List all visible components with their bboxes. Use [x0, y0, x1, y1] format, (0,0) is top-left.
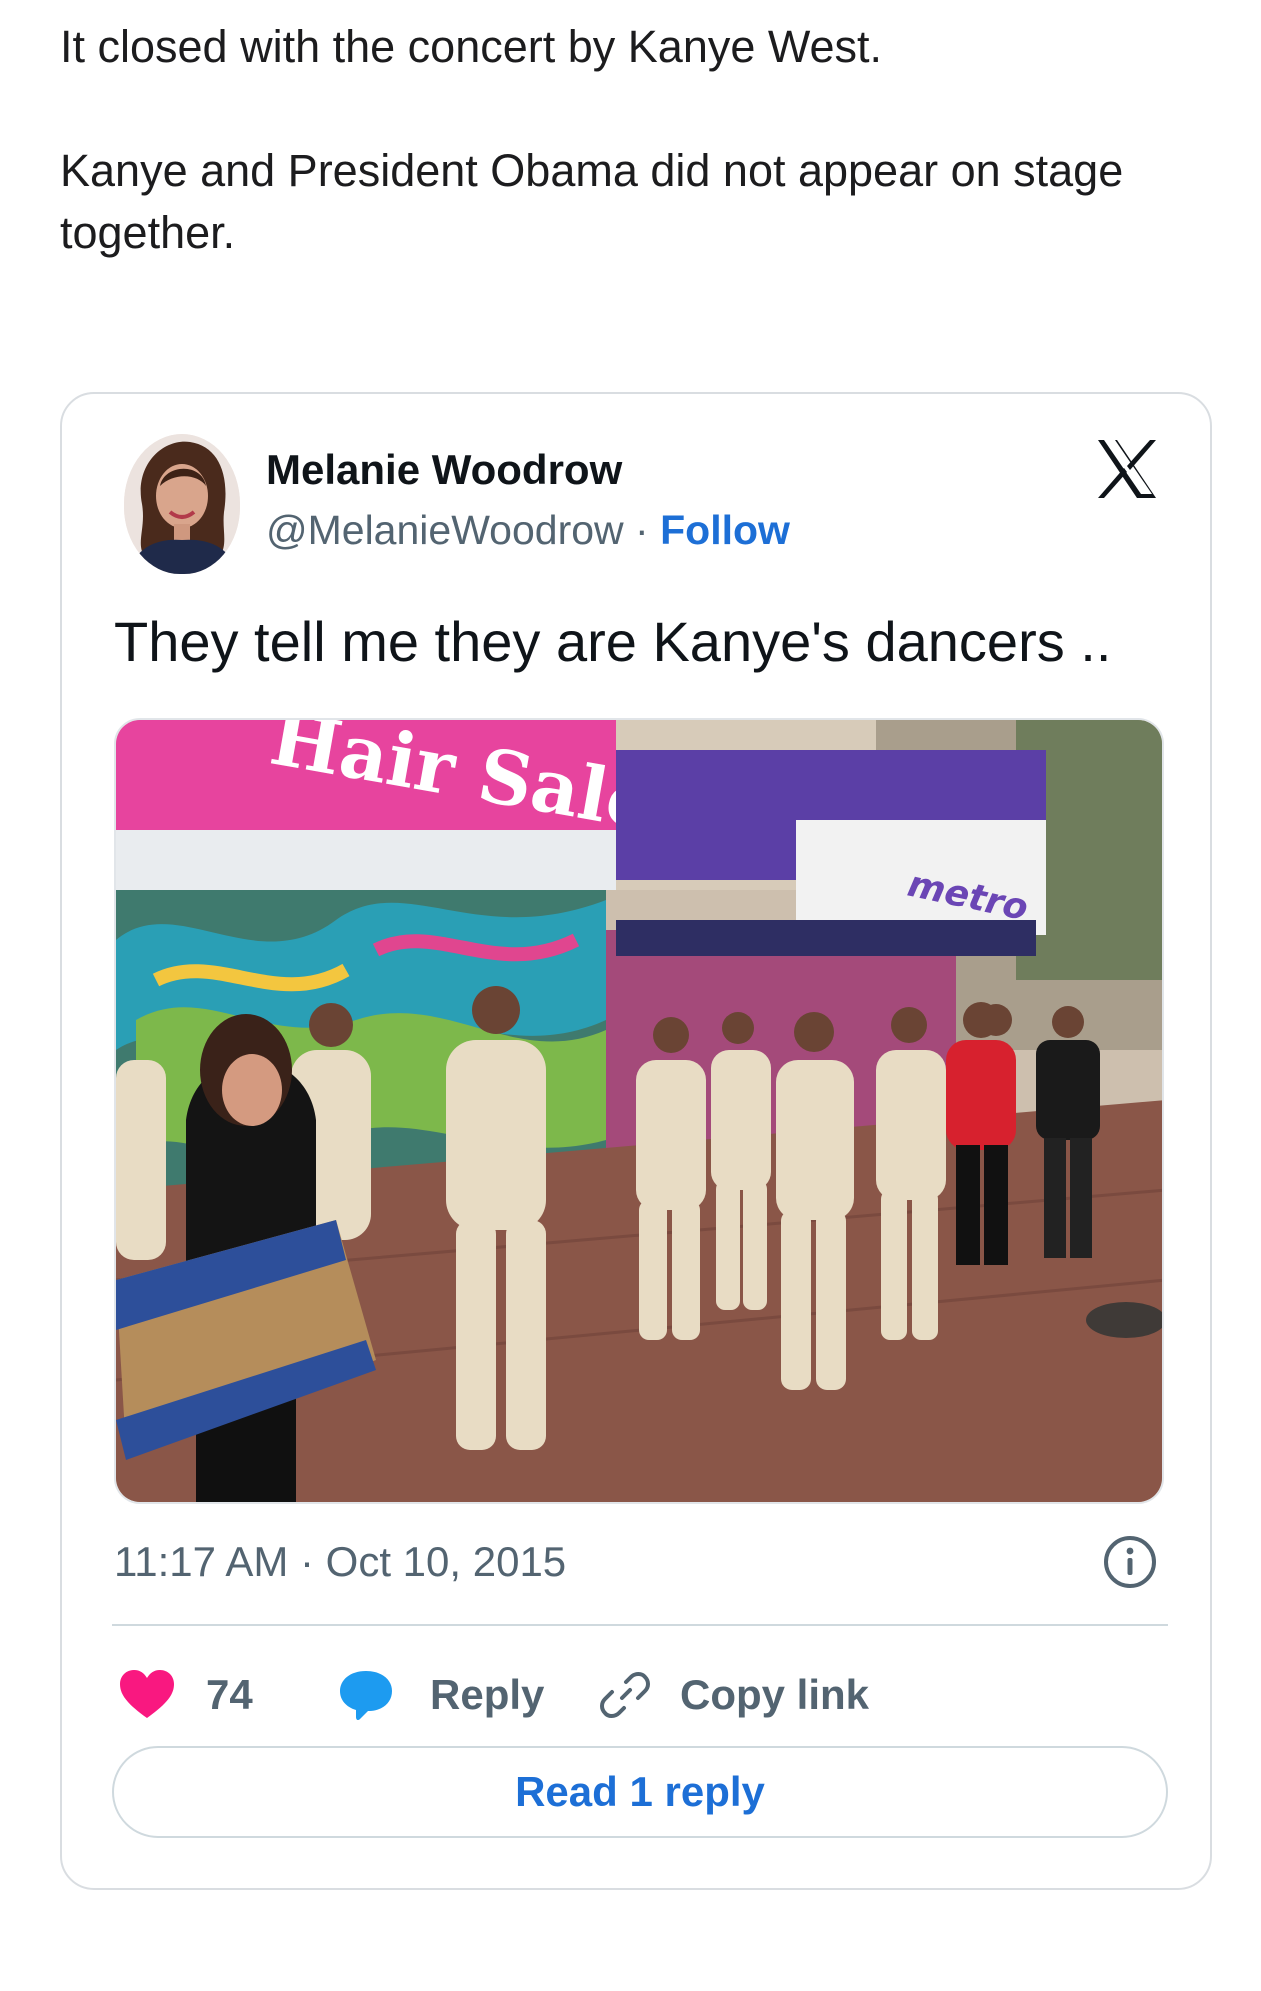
avatar[interactable] [124, 434, 240, 574]
article-paragraph-1: It closed with the concert by Kanye West… [60, 21, 883, 72]
handle-separator: · [635, 507, 649, 553]
link-icon [600, 1672, 650, 1718]
author-name[interactable]: Melanie Woodrow [266, 446, 622, 494]
divider [112, 1624, 1168, 1626]
tweet-photo[interactable]: Hair Salon metro [114, 718, 1164, 1504]
speech-bubble-icon [340, 1671, 392, 1721]
read-replies-button[interactable]: Read 1 reply [112, 1746, 1168, 1838]
tweet-actions: 74 Reply Copy link [112, 1660, 1172, 1730]
copy-link-button[interactable]: Copy link [600, 1660, 869, 1730]
reply-label: Reply [430, 1671, 545, 1718]
info-icon[interactable] [1102, 1534, 1158, 1590]
article-text: It closed with the concert by Kanye West… [60, 16, 1200, 264]
tweet-timestamp[interactable]: 11:17 AM · Oct 10, 2015 [114, 1538, 566, 1586]
copy-link-label: Copy link [680, 1671, 870, 1718]
tweet-text: They tell me they are Kanye's dancers .. [114, 610, 1112, 673]
street-dancers-photo: Hair Salon metro [116, 720, 1162, 1502]
avatar-photo [124, 434, 240, 574]
author-handle[interactable]: @MelanieWoodrow [266, 507, 624, 553]
like-count: 74 [206, 1671, 253, 1718]
author-handle-line: @MelanieWoodrow · Follow [266, 507, 790, 554]
article-paragraph-2: Kanye and President Obama did not appear… [60, 145, 1124, 258]
reply-button[interactable]: Reply [338, 1660, 544, 1730]
follow-link[interactable]: Follow [660, 507, 790, 553]
heart-icon [120, 1670, 174, 1718]
embedded-tweet-card[interactable]: Melanie Woodrow @MelanieWoodrow · Follow… [60, 392, 1212, 1890]
like-button[interactable]: 74 [120, 1660, 253, 1730]
x-logo-icon[interactable] [1092, 434, 1162, 504]
